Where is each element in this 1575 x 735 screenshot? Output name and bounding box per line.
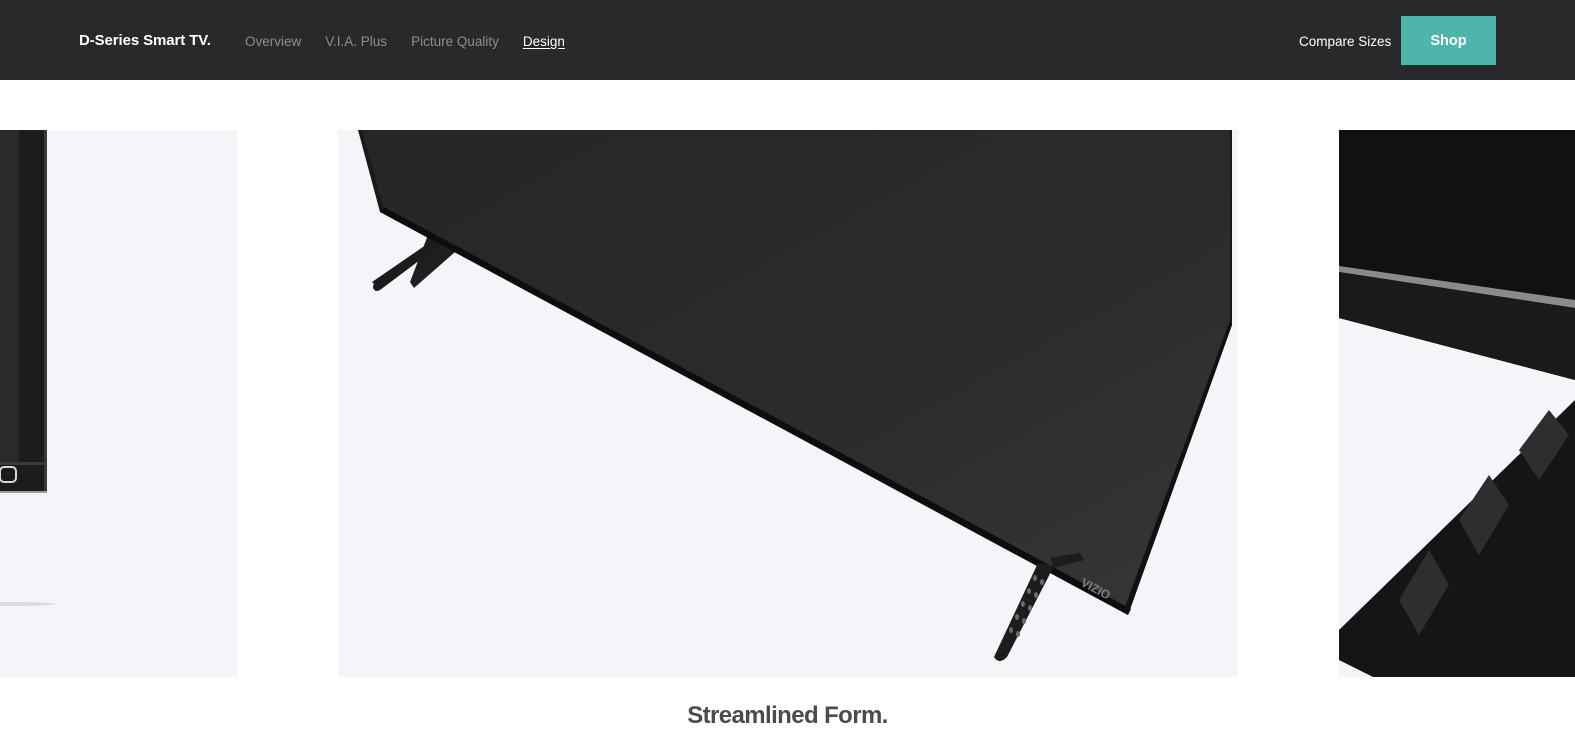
compare-sizes-link[interactable]: Compare Sizes [1299,33,1391,51]
nav-link-via-plus[interactable]: V.I.A. Plus [325,33,387,51]
carousel-slide-next[interactable] [1339,130,1575,677]
carousel-slide-current[interactable]: VIZIO [338,130,1238,677]
top-navigation-bar: D-Series Smart TV. Overview V.I.A. Plus … [0,0,1575,80]
tv-stand-closeup-image [1339,130,1575,677]
product-title[interactable]: D-Series Smart TV. [79,31,211,51]
carousel-slide-previous[interactable] [0,130,237,677]
nav-link-overview[interactable]: Overview [245,33,301,51]
tv-front-corner-image [0,130,55,606]
shop-button[interactable]: Shop [1401,16,1496,65]
nav-link-design[interactable]: Design [523,33,565,51]
carousel-caption: Streamlined Form. [687,702,888,729]
nav-link-picture-quality[interactable]: Picture Quality [411,33,499,51]
tv-angled-image: VIZIO [358,130,1232,661]
section-nav: Overview V.I.A. Plus Picture Quality Des… [245,33,589,51]
